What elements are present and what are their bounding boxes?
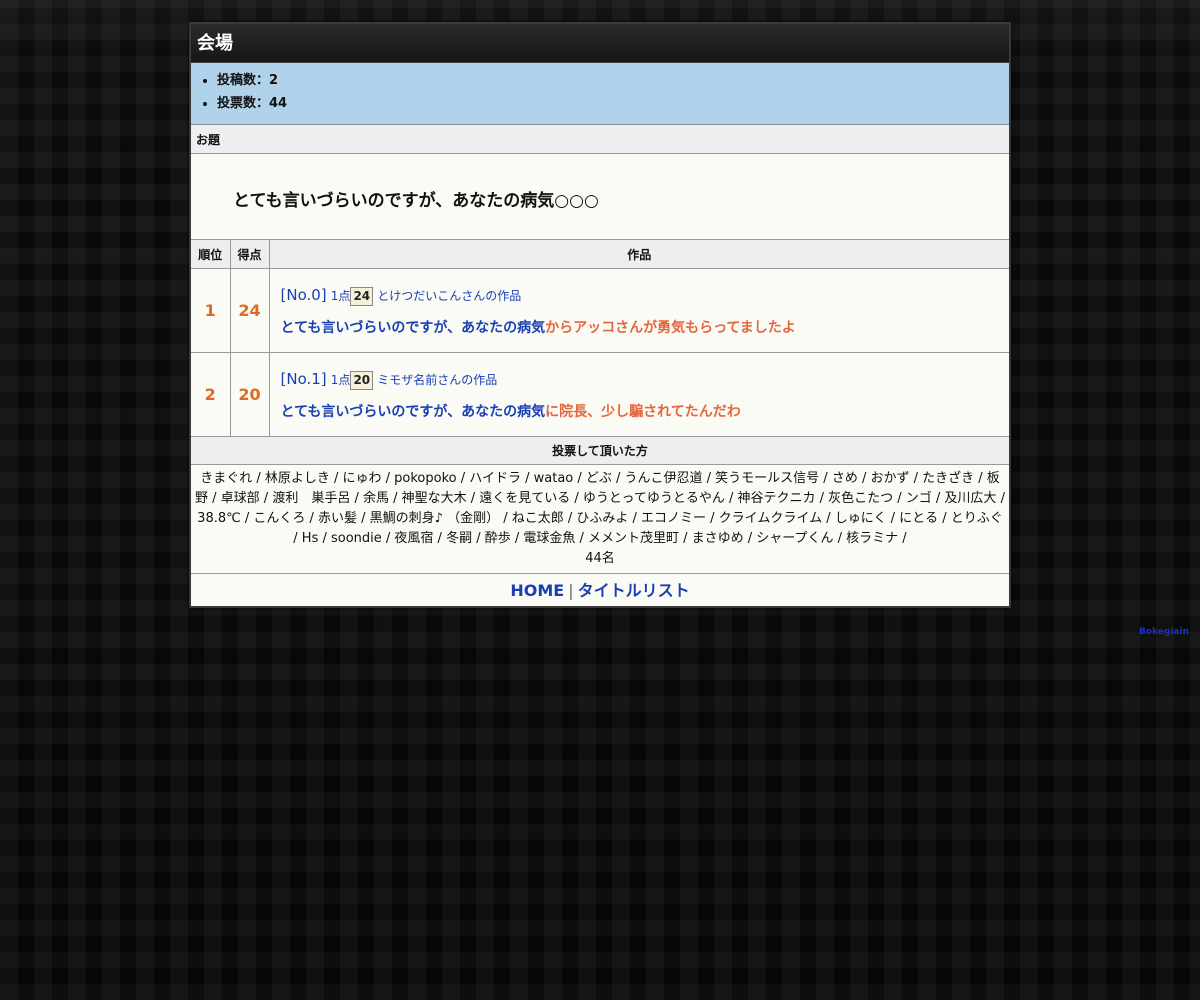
stats-box: 投稿数：2 投票数：44 (191, 63, 1009, 125)
score-cell: 24 (230, 268, 270, 353)
vote-points-label: 1点 (330, 372, 351, 387)
work-cell: [No.1] 1点 20 ミモザ名前さんの作品 とても言いづらいのですが、あなたの… (269, 352, 1009, 437)
post-count: 投稿数：2 (217, 69, 1009, 92)
vote-count-box: 24 (350, 286, 374, 306)
answer-prefix: とても言いづらいのですが、あなたの病気 (280, 319, 546, 336)
home-link[interactable]: HOME (510, 581, 564, 600)
topic-text: とても言いづらいのですが、あなたの病気○○○ (191, 154, 1009, 240)
score-header: 得点 (230, 240, 270, 269)
results-header-row: 順位 得点 作品 (191, 240, 1009, 269)
answer-prefix: とても言いづらいのですが、あなたの病気 (280, 403, 546, 420)
venue-panel: 会場 投稿数：2 投票数：44 お題 とても言いづらいのですが、あなたの病気○○… (189, 22, 1011, 608)
voters-list: きまぐれ / 林原よしき / にゅわ / pokopoko / ハイドラ / w… (195, 471, 1005, 546)
entry-number-link[interactable]: [No.0] (281, 286, 327, 304)
rank-header: 順位 (191, 240, 231, 269)
results-table: 順位 得点 作品 1 24 [No.0] 1点 24 とけつだいこんさんの作品 と… (191, 240, 1009, 437)
answer-text: とても言いづらいのですが、あなたの病気に院長、少し騙されてたんだわ (281, 401, 1009, 421)
title-list-link[interactable]: タイトルリスト (578, 581, 690, 600)
rank-cell: 2 (191, 352, 231, 437)
venue-title: 会場 (191, 24, 1009, 63)
vote-count: 投票数：44 (217, 92, 1009, 115)
work-header: 作品 (269, 240, 1009, 269)
corner-link[interactable]: Bokegiain (1139, 627, 1189, 637)
vote-points-label: 1点 (330, 288, 351, 303)
stats-list: 投稿数：2 投票数：44 (191, 69, 1009, 115)
answer-suffix: からアッコさんが勇気もらってましたよ (545, 319, 796, 336)
rank-cell: 1 (191, 268, 231, 353)
table-row: 1 24 [No.0] 1点 24 とけつだいこんさんの作品 とても言いづらいので… (191, 268, 1009, 353)
voters-count: 44名 (585, 551, 615, 566)
voters-box: きまぐれ / 林原よしき / にゅわ / pokopoko / ハイドラ / w… (191, 465, 1009, 574)
entry-number-link[interactable]: [No.1] (281, 370, 327, 388)
topic-label: お題 (191, 125, 1009, 154)
table-row: 2 20 [No.1] 1点 20 ミモザ名前さんの作品 とても言いづらいのですが… (191, 352, 1009, 437)
voters-title: 投票して頂いた方 (191, 437, 1009, 465)
footer-nav: HOME | タイトルリスト (191, 574, 1009, 606)
work-cell: [No.0] 1点 24 とけつだいこんさんの作品 とても言いづらいのですが、あな… (269, 268, 1009, 353)
score-cell: 20 (230, 352, 270, 437)
answer-suffix: に院長、少し騙されてたんだわ (545, 403, 741, 420)
author-link[interactable]: ミモザ名前さんの作品 (377, 373, 497, 387)
entry-meta: [No.1] 1点 20 ミモザ名前さんの作品 (281, 369, 1009, 391)
footer-separator: | (568, 581, 574, 600)
author-link[interactable]: とけつだいこんさんの作品 (377, 289, 521, 303)
vote-count-box: 20 (350, 370, 374, 390)
answer-text: とても言いづらいのですが、あなたの病気からアッコさんが勇気もらってましたよ (281, 317, 1009, 337)
entry-meta: [No.0] 1点 24 とけつだいこんさんの作品 (281, 285, 1009, 307)
